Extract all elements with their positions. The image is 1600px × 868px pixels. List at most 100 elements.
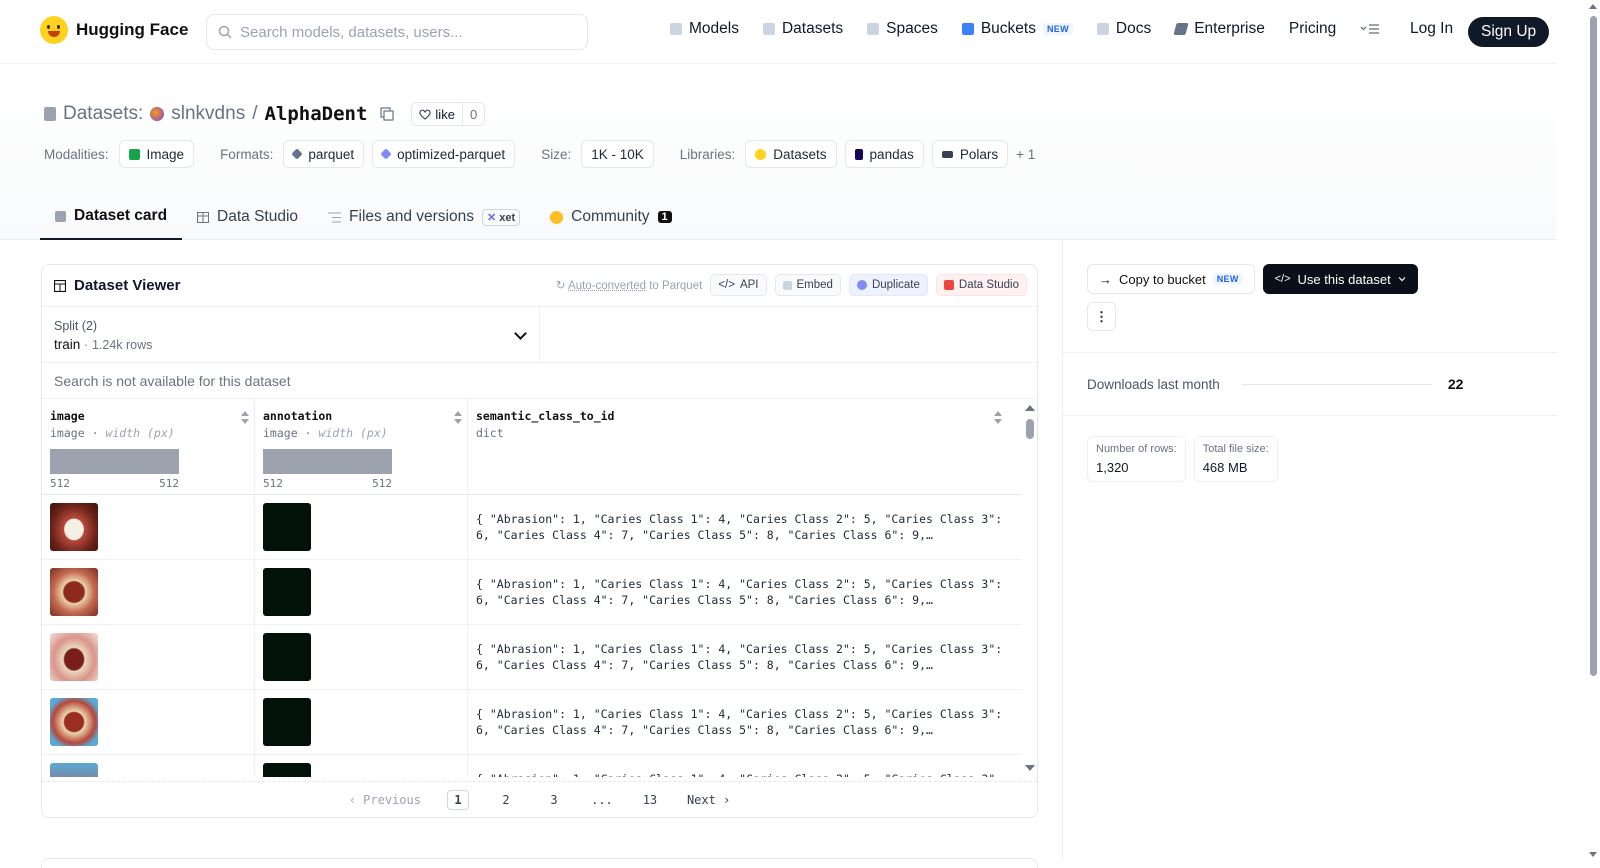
heart-icon [419,109,431,120]
tooth-image-thumbnail[interactable] [50,503,98,551]
sidebar: → Copy to bucket NEW </> Use this datase… [1062,240,1556,861]
column-header-annotation[interactable]: annotation image · width (px) 512 512 [255,399,468,494]
column-header-image[interactable]: image image · width (px) 512 512 [42,399,255,494]
tag-parquet[interactable]: parquet [283,140,364,168]
column-stat: width (px) [318,426,387,440]
column-header-semantic-class-to-id[interactable]: semantic_class_to_id dict [468,399,1023,494]
page-button-2[interactable]: 2 [495,793,517,807]
width-histogram[interactable] [263,449,392,474]
tag-size[interactable]: 1K - 10K [581,140,654,168]
page-scrollbar[interactable] [1586,0,1600,861]
tab-files-versions-label: Files and versions [349,208,474,226]
next-page-button[interactable]: Next › [687,793,730,807]
chevron-down-icon [1398,276,1406,282]
annotation-mask-thumbnail[interactable] [263,503,311,551]
sidebar-actions: → Copy to bucket NEW </> Use this datase… [1087,264,1418,294]
libraries-label: Libraries: [680,147,736,162]
more-options-button[interactable]: ⋮ [1087,302,1116,331]
api-button[interactable]: </> API [710,274,766,296]
dataset-name[interactable]: AlphaDent [264,103,367,125]
nav-spaces[interactable]: Spaces [867,20,938,38]
owner-link[interactable]: slnkvdns [171,103,245,125]
more-libraries[interactable]: + 1 [1016,147,1035,162]
more-menu-button[interactable] [1360,23,1380,35]
parquet-icon [292,148,303,159]
sort-icon[interactable] [994,411,1001,424]
data-studio-button[interactable]: Data Studio [936,274,1027,296]
use-this-dataset-button[interactable]: </> Use this dataset [1263,264,1418,294]
type-separator: · [305,426,312,440]
data-studio-icon [944,280,954,290]
tag-datasets-lib[interactable]: Datasets [745,140,836,168]
kebab-icon: ⋮ [1095,309,1108,325]
page-button-3[interactable]: 3 [543,793,565,807]
viewer-title: Dataset Viewer [54,277,180,294]
tooth-image-thumbnail[interactable] [50,568,98,616]
scroll-down-arrow-icon[interactable] [1589,852,1597,857]
global-search[interactable] [206,14,588,50]
table-row[interactable]: { "Abrasion": 1, "Caries Class 1": 4, "C… [42,755,1037,777]
scrollbar-thumb[interactable] [1026,419,1034,439]
annotation-mask-thumbnail[interactable] [263,763,311,777]
brand-logo[interactable]: Hugging Face [40,16,188,44]
nav-buckets[interactable]: Buckets NEW [962,20,1073,38]
search-input[interactable] [240,24,560,41]
auto-converted-link[interactable]: Auto-converted [568,280,646,292]
tag-pandas[interactable]: pandas [845,140,924,168]
table-row[interactable]: { "Abrasion": 1, "Caries Class 1": 4, "C… [42,560,1037,625]
signup-button[interactable]: Sign Up [1468,17,1549,47]
width-histogram[interactable] [50,449,179,474]
table-row[interactable]: { "Abrasion": 1, "Caries Class 1": 4, "C… [42,625,1037,690]
sort-icon[interactable] [454,411,461,424]
tag-optimized-parquet[interactable]: optimized-parquet [372,140,515,168]
nav-spaces-label: Spaces [886,20,938,38]
tag-image[interactable]: Image [119,140,195,168]
copy-icon[interactable] [380,107,394,121]
tab-data-studio[interactable]: Data Studio [182,194,313,240]
nav-docs[interactable]: Docs [1097,20,1151,38]
tooth-image-thumbnail[interactable] [50,763,98,777]
nav-datasets[interactable]: Datasets [763,20,843,38]
nav-enterprise[interactable]: Enterprise [1175,20,1265,38]
scroll-up-arrow-icon[interactable] [1025,405,1035,411]
rows-stat: Number of rows: 1,320 [1087,436,1186,482]
sort-icon[interactable] [241,411,248,424]
nav-models[interactable]: Models [670,20,739,38]
embed-button[interactable]: Embed [775,274,841,296]
section-label[interactable]: Datasets: [63,103,143,125]
tab-community[interactable]: Community 1 [535,194,687,240]
optimized-parquet-icon [380,148,391,159]
nav-pricing[interactable]: Pricing [1289,20,1336,38]
scroll-down-arrow-icon[interactable] [1025,765,1035,771]
modalities-label: Modalities: [44,147,109,162]
duplicate-button[interactable]: Duplicate [849,274,928,296]
tab-dataset-card[interactable]: Dataset card [40,194,182,240]
tab-files-versions[interactable]: Files and versions ✕ xet [313,194,535,240]
downloads-sparkline [1242,384,1432,385]
annotation-mask-thumbnail[interactable] [263,698,311,746]
login-link[interactable]: Log In [1410,20,1453,38]
page-button-1[interactable]: 1 [447,790,469,810]
scrollbar-thumb[interactable] [1590,16,1597,676]
like-button[interactable]: like 0 [411,102,485,126]
copy-to-bucket-button[interactable]: → Copy to bucket NEW [1087,264,1255,294]
previous-page-button[interactable]: ‹ Previous [349,793,421,807]
split-selector[interactable]: Split (2) train · 1.24k rows [42,307,540,362]
annotation-mask-thumbnail[interactable] [263,568,311,616]
page-button-13[interactable]: 13 [639,793,661,807]
dict-cell: { "Abrasion": 1, "Caries Class 1": 4, "C… [468,560,1023,624]
tag-polars[interactable]: Polars [932,140,1008,168]
search-icon [218,25,232,39]
table-scrollbar[interactable] [1022,399,1037,777]
pagination: ‹ Previous 1 2 3 ... 13 Next › [42,781,1037,817]
histogram-min: 512 [50,477,70,490]
table-row[interactable]: { "Abrasion": 1, "Caries Class 1": 4, "C… [42,495,1037,560]
table-row[interactable]: { "Abrasion": 1, "Caries Class 1": 4, "C… [42,690,1037,755]
scroll-up-arrow-icon[interactable] [1589,4,1597,9]
tag-size-label: 1K - 10K [591,147,644,162]
formats-label: Formats: [220,147,273,162]
bucket-icon [962,23,974,35]
tooth-image-thumbnail[interactable] [50,698,98,746]
annotation-mask-thumbnail[interactable] [263,633,311,681]
tooth-image-thumbnail[interactable] [50,633,98,681]
